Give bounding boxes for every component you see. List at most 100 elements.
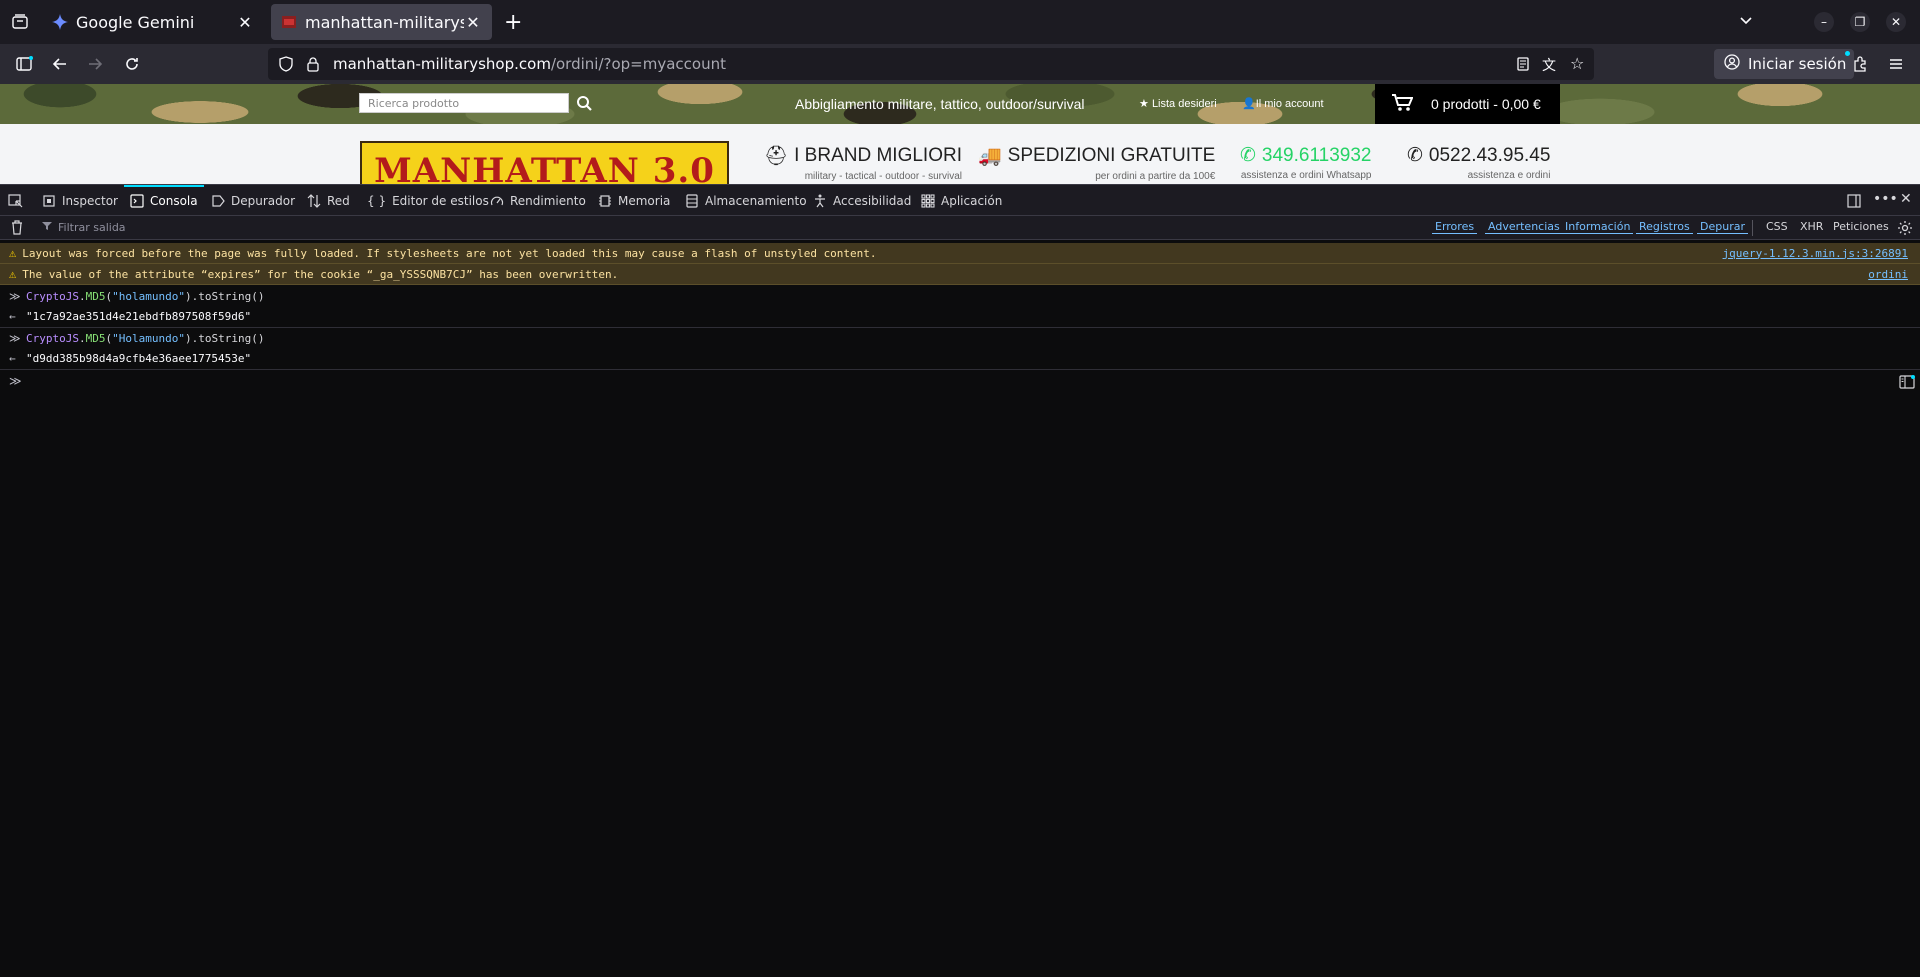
warning-source-link[interactable]: ordini <box>1868 268 1908 281</box>
feature-title: 349.6113932 <box>1261 144 1372 166</box>
filter-requests[interactable]: Peticiones <box>1830 220 1892 233</box>
warning-icon: ⚠ <box>9 267 17 281</box>
close-tab-icon[interactable]: ✕ <box>236 13 254 32</box>
bookmark-star-icon[interactable]: ☆ <box>1570 54 1584 73</box>
tab-application[interactable]: Aplicación <box>921 185 1002 216</box>
menu-icon[interactable] <box>1885 53 1907 75</box>
restore-icon[interactable]: ❐ <box>1850 12 1870 32</box>
cart-button[interactable]: 0 prodotti - 0,00 € <box>1375 84 1560 124</box>
warning-message: The value of the attribute “expires” for… <box>22 267 619 281</box>
tab-manhattan-militaryshop[interactable]: manhattan-militaryshop.c ✕ <box>271 4 492 40</box>
back-icon[interactable] <box>49 53 71 75</box>
lock-icon[interactable] <box>306 56 320 72</box>
console-prompt-input[interactable]: ≫ <box>9 374 22 388</box>
code-tail: ).toString() <box>184 289 265 303</box>
web-page-viewport: Ricerca prodotto Abbigliamento militare,… <box>0 84 1920 184</box>
braces-icon: { } <box>367 193 387 208</box>
tab-memory[interactable]: Memoria <box>598 185 670 216</box>
warning-icon: ⚠ <box>9 246 17 260</box>
logo-text: MANHATTAN 3.0 <box>374 151 715 184</box>
filter-css[interactable]: CSS <box>1763 220 1791 233</box>
filter-errors[interactable]: Errores <box>1432 220 1478 234</box>
editor-mode-icon[interactable] <box>1899 374 1915 393</box>
tab-label: Rendimiento <box>510 193 586 208</box>
site-tagline: Abbigliamento militare, tattico, outdoor… <box>795 96 1085 112</box>
code-string-arg: "holamundo" <box>112 289 185 303</box>
close-window-icon[interactable]: ✕ <box>1886 12 1906 32</box>
tab-label: Depurador <box>231 193 296 208</box>
tab-list-icon[interactable] <box>10 12 30 32</box>
tab-style-editor[interactable]: { } Editor de estilos <box>367 185 489 216</box>
feature-subtitle: per ordini a partire da 100€ <box>1095 171 1216 182</box>
tab-label: Aplicación <box>941 193 1003 208</box>
tab-performance[interactable]: Rendimiento <box>490 185 586 216</box>
code-tail: ).toString() <box>184 331 265 345</box>
helmet-icon: ⛑ <box>764 146 789 167</box>
site-logo[interactable]: MANHATTAN 3.0 <box>360 141 729 184</box>
account-icon <box>1724 54 1740 74</box>
network-icon <box>307 193 321 208</box>
gemini-icon <box>52 14 68 30</box>
filter-warnings[interactable]: Advertencias <box>1485 220 1563 234</box>
whatsapp-icon: ✆ <box>1240 145 1256 166</box>
filter-info[interactable]: Información <box>1562 220 1634 234</box>
feature-title: I BRAND MIGLIORI <box>794 145 962 166</box>
wishlist-link[interactable]: ★ Lista desideri <box>1139 97 1217 110</box>
close-devtools-icon[interactable]: ✕ <box>1900 191 1916 207</box>
filter-debug[interactable]: Depurar <box>1697 220 1748 234</box>
filter-logs[interactable]: Registros <box>1636 220 1693 234</box>
forward-icon[interactable] <box>84 53 106 75</box>
filter-xhr[interactable]: XHR <box>1797 220 1826 233</box>
translate-icon[interactable]: 文 <box>1542 55 1556 75</box>
tab-title: Google Gemini <box>76 12 195 32</box>
tab-debugger[interactable]: Depurador <box>211 185 295 216</box>
tab-label: Consola <box>150 193 198 208</box>
browser-tab-bar: Google Gemini ✕ manhattan-militaryshop.c… <box>0 0 1920 44</box>
tab-google-gemini[interactable]: Google Gemini ✕ <box>42 4 264 40</box>
warning-source-link[interactable]: jquery-1.12.3.min.js:3:26891 <box>1723 247 1908 260</box>
sidebar-icon[interactable] <box>13 53 35 75</box>
tab-title: manhattan-militaryshop.c <box>305 12 464 32</box>
filter-output-input[interactable]: Filtrar salida <box>42 221 126 234</box>
reload-icon[interactable] <box>121 53 143 75</box>
trash-icon[interactable] <box>10 220 24 238</box>
dock-side-icon[interactable] <box>1846 193 1862 209</box>
code-function: MD5 <box>85 331 106 345</box>
product-search-input[interactable]: Ricerca prodotto <box>359 93 569 113</box>
element-picker-icon[interactable] <box>8 185 24 216</box>
feature-whatsapp[interactable]: ✆ 349.6113932 assistenza e ordini Whatsap… <box>1240 144 1372 182</box>
url-host: manhattan-militaryshop.com <box>333 55 551 73</box>
filter-icon <box>42 221 52 234</box>
site-favicon-icon <box>281 14 297 30</box>
tab-label: Inspector <box>62 193 118 208</box>
console-result-value: "d9dd385b98d4a9cfb4e36aee1775453e" <box>26 351 252 365</box>
console-settings-gear-icon[interactable] <box>1897 220 1913 239</box>
search-icon[interactable] <box>576 95 593 116</box>
url-bar[interactable]: manhattan-militaryshop.com/ordini/?op=my… <box>268 48 1594 80</box>
warning-message: Layout was forced before the page was fu… <box>22 246 877 260</box>
shield-icon[interactable] <box>278 56 294 72</box>
my-account-link[interactable]: 👤Il mio account <box>1242 97 1324 110</box>
new-tab-button[interactable]: + <box>504 10 522 35</box>
tab-storage[interactable]: Almacenamiento <box>685 185 807 216</box>
minimize-icon[interactable]: – <box>1814 12 1834 32</box>
tab-network[interactable]: Red <box>307 185 350 216</box>
console-warning-row: ⚠ Layout was forced before the page was … <box>0 243 1920 264</box>
tab-accessibility[interactable]: Accesibilidad <box>813 185 911 216</box>
console-result-line: ← "d9dd385b98d4a9cfb4e36aee1775453e" <box>0 348 1920 368</box>
tab-console[interactable]: Consola <box>124 185 204 216</box>
feature-phone[interactable]: ✆ 0522.43.95.45 assistenza e ordini <box>1407 144 1550 182</box>
result-arrow-icon: ← <box>9 351 16 365</box>
tab-label: Memoria <box>618 193 671 208</box>
close-tab-icon[interactable]: ✕ <box>464 13 482 32</box>
reader-view-icon[interactable] <box>1515 56 1531 76</box>
code-dot: . <box>78 331 86 345</box>
input-chevron-icon: ≫ <box>9 289 21 303</box>
feature-brands: ⛑ I BRAND MIGLIORI military - tactical - … <box>764 144 962 182</box>
tab-inspector[interactable]: Inspector <box>42 185 118 216</box>
more-options-icon[interactable]: ••• <box>1873 191 1898 207</box>
signin-button[interactable]: Iniciar sesión <box>1714 49 1855 79</box>
chevron-down-icon[interactable] <box>1736 10 1756 30</box>
extensions-icon[interactable] <box>1849 53 1871 75</box>
devtools-toolbar: Inspector Consola Depurador Red { } Edit… <box>0 184 1920 216</box>
